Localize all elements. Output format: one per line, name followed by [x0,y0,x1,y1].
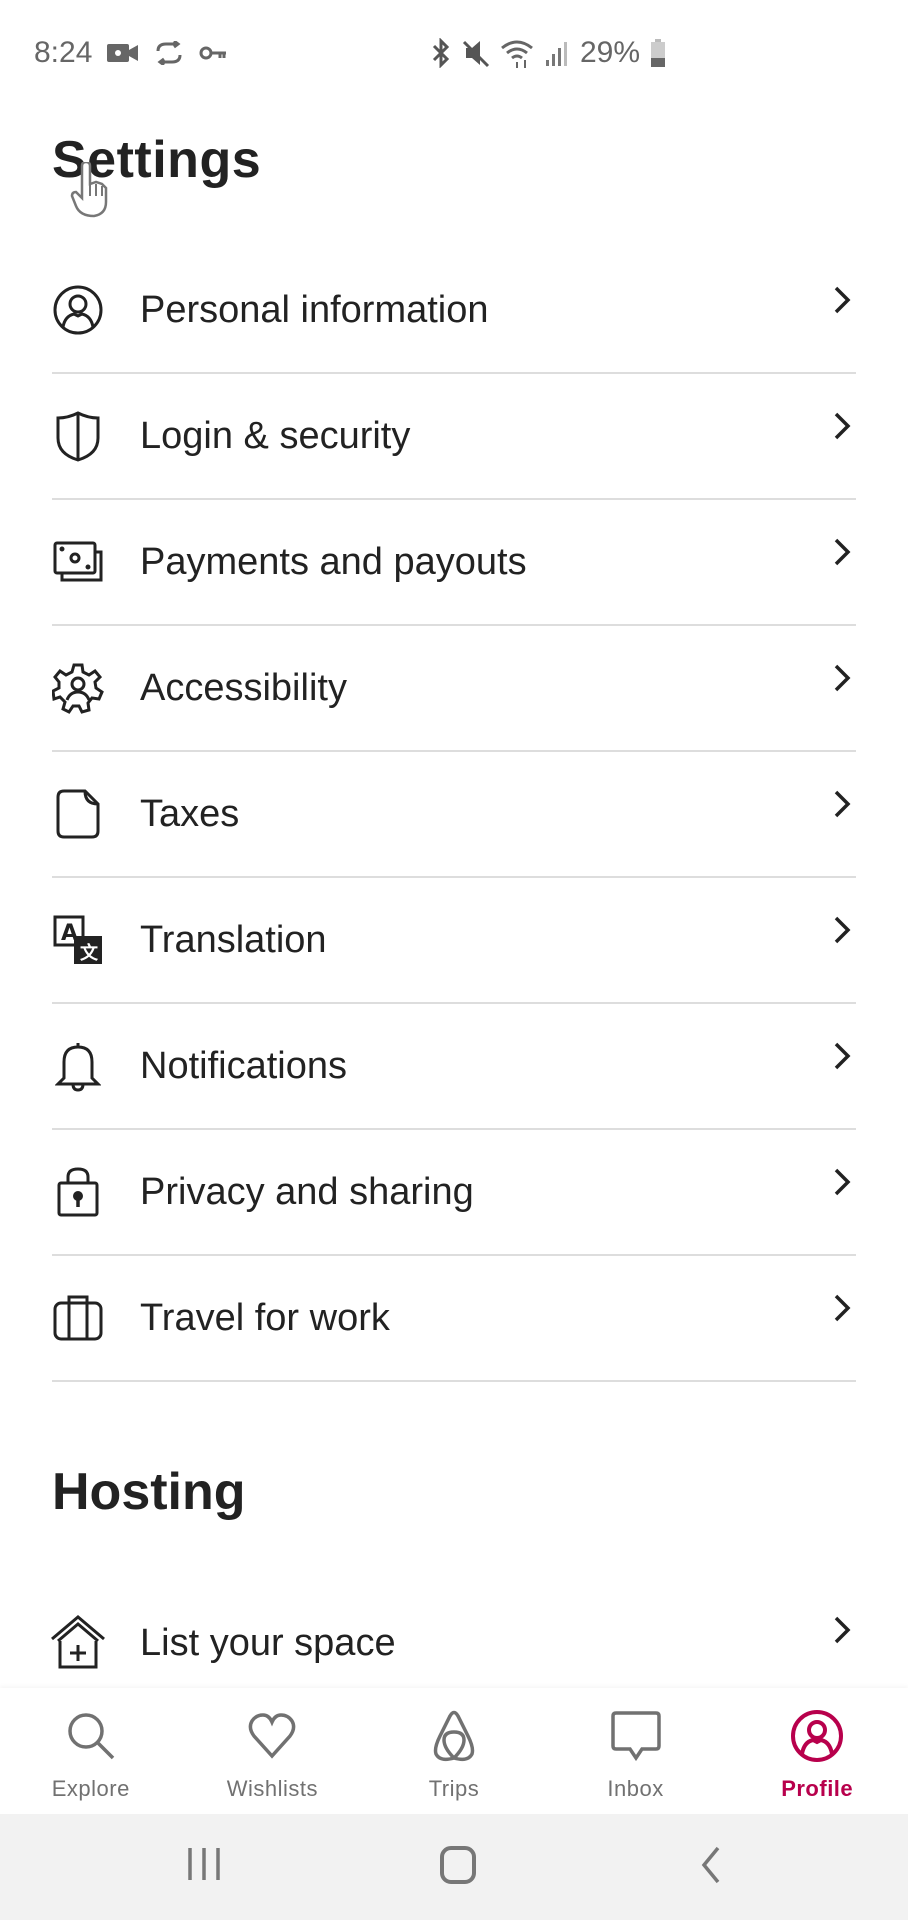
status-right: 29% [430,36,666,70]
chevron-right-icon [832,788,852,825]
settings-item-translation[interactable]: A文 Translation [52,878,856,1004]
settings-item-label: Notifications [140,1044,347,1087]
settings-item-label: Login & security [140,414,411,457]
signal-icon [544,38,570,68]
profile-icon [790,1708,844,1764]
system-nav-bar [0,1814,908,1920]
bluetooth-icon [430,38,452,68]
settings-item-label: Accessibility [140,666,347,709]
chevron-right-icon [832,284,852,321]
home-button[interactable] [438,1844,478,1891]
chevron-right-icon [832,1614,852,1651]
accessibility-gear-icon [50,660,106,716]
settings-item-label: Privacy and sharing [140,1170,474,1213]
house-plus-icon [50,1615,106,1671]
shield-icon [50,408,106,464]
heart-icon [246,1708,298,1764]
search-icon [65,1708,117,1764]
hand-cursor-icon [70,160,110,223]
document-icon [50,786,106,842]
tab-label: Inbox [607,1776,664,1801]
lock-icon [50,1164,106,1220]
chevron-right-icon [832,536,852,573]
message-icon [610,1708,662,1764]
settings-item-payments-payouts[interactable]: Payments and payouts [52,500,856,626]
translate-icon: A文 [50,912,106,968]
settings-item-taxes[interactable]: Taxes [52,752,856,878]
settings-item-travel-for-work[interactable]: Travel for work [52,1256,856,1382]
chevron-right-icon [832,1292,852,1329]
settings-item-label: Translation [140,918,327,961]
back-button[interactable] [698,1844,724,1891]
tab-label: Profile [781,1776,854,1801]
settings-item-personal-information[interactable]: Personal information [52,248,856,374]
mute-icon [462,38,490,68]
tab-label: Explore [51,1776,130,1801]
hosting-section-title: Hosting [52,1463,246,1521]
airbnb-logo-icon [430,1708,478,1764]
hosting-item-label: List your space [140,1621,396,1664]
video-record-icon [106,41,140,65]
status-left: 8:24 [34,36,228,70]
chevron-right-icon [832,410,852,447]
settings-list: Personal information Login & security Pa… [52,248,856,1382]
user-circle-icon [50,282,106,338]
bell-icon [50,1038,106,1094]
settings-item-label: Payments and payouts [140,540,527,583]
chevron-right-icon [832,914,852,951]
battery-percent: 29% [580,36,641,69]
bottom-tab-bar: Explore Wishlists Trips Inbox Profile [0,1688,908,1814]
vpn-key-icon [198,43,228,63]
wifi-icon [500,38,534,68]
chevron-right-icon [832,1040,852,1077]
status-time: 8:24 [34,36,93,69]
tab-trips[interactable]: Trips [363,1688,545,1814]
tab-label: Trips [428,1776,480,1801]
chevron-right-icon [832,662,852,699]
tab-label: Wishlists [226,1776,319,1801]
tab-wishlists[interactable]: Wishlists [182,1688,364,1814]
recent-apps-button[interactable] [186,1844,222,1889]
settings-item-accessibility[interactable]: Accessibility [52,626,856,752]
money-icon [50,534,106,590]
tab-explore[interactable]: Explore [0,1688,182,1814]
tab-profile[interactable]: Profile [726,1688,908,1814]
settings-item-privacy-sharing[interactable]: Privacy and sharing [52,1130,856,1256]
settings-item-label: Travel for work [140,1296,390,1339]
settings-item-label: Personal information [140,288,489,331]
svg-text:文: 文 [80,942,99,964]
status-bar: 8:24 29% [0,0,908,110]
battery-icon [650,38,666,68]
sync-check-icon [154,41,184,65]
tab-inbox[interactable]: Inbox [545,1688,727,1814]
settings-item-login-security[interactable]: Login & security [52,374,856,500]
settings-item-notifications[interactable]: Notifications [52,1004,856,1130]
chevron-right-icon [832,1166,852,1203]
suitcase-icon [50,1290,106,1346]
settings-item-label: Taxes [140,792,240,835]
